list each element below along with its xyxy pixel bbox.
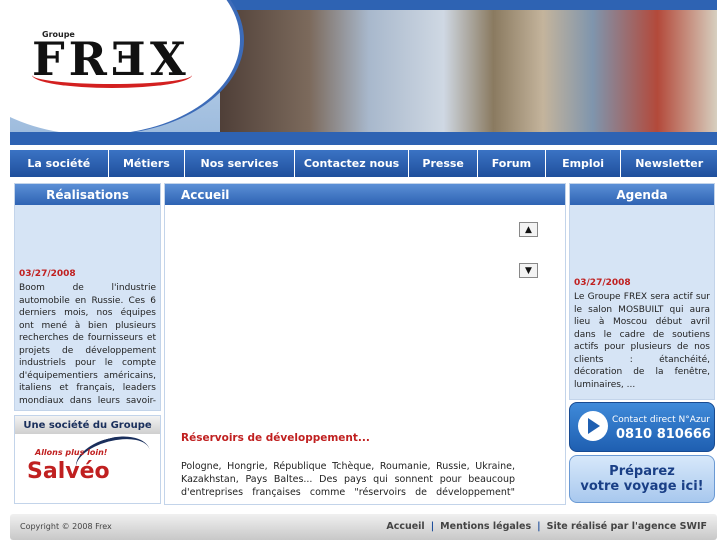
agenda-news-date: 03/27/2008	[574, 278, 631, 288]
nav-la-societe[interactable]: La société	[10, 150, 109, 177]
group-company-panel: Une société du Groupe Allons plus loin! …	[14, 415, 161, 504]
nav-emploi[interactable]: Emploi	[546, 150, 622, 177]
salveo-name: Salvéo	[27, 459, 110, 484]
nav-nos-services[interactable]: Nos services	[185, 150, 295, 177]
contact-azur-button[interactable]: Contact direct N°Azur 0810 810666	[569, 402, 715, 452]
frex-logo[interactable]: Groupe FRƎX	[32, 30, 207, 90]
prepare-trip-line1: Préparez	[609, 464, 675, 479]
footer-links: Accueil | Mentions légales | Site réalis…	[386, 521, 707, 532]
salveo-logo[interactable]: Allons plus loin! Salvéo	[15, 428, 160, 494]
article-headline[interactable]: Réservoirs de développement...	[181, 432, 370, 444]
agenda-news-text[interactable]: Le Groupe FREX sera actif sur le salon M…	[574, 291, 710, 391]
moscow-photo-collage	[220, 10, 717, 132]
nav-forum[interactable]: Forum	[478, 150, 546, 177]
play-icon	[578, 411, 608, 441]
footer: Copyright © 2008 Frex Accueil | Mentions…	[10, 514, 717, 540]
nav-metiers[interactable]: Métiers	[109, 150, 186, 177]
article-paragraph: Pologne, Hongrie, République Tchèque, Ro…	[181, 461, 515, 498]
salveo-tagline: Allons plus loin!	[35, 448, 108, 457]
main-title: Accueil	[165, 184, 565, 205]
agenda-news: 03/27/2008 Le Groupe FREX sera actif sur…	[570, 205, 714, 393]
main-nav: La société Métiers Nos services Contacte…	[10, 150, 717, 177]
nav-presse[interactable]: Presse	[409, 150, 478, 177]
header-banner: Groupe FRƎX	[10, 0, 717, 145]
nav-contactez-nous[interactable]: Contactez nous	[295, 150, 410, 177]
logo-swoosh	[32, 62, 192, 88]
copyright-text: Copyright © 2008 Frex	[20, 522, 112, 531]
group-company-title: Une société du Groupe	[15, 416, 160, 434]
prepare-trip-line2: votre voyage ici!	[580, 479, 704, 494]
contact-azur-label: Contact direct N°Azur	[612, 415, 710, 425]
realisations-title: Réalisations	[15, 184, 160, 205]
footer-link-mentions[interactable]: Mentions légales	[440, 521, 531, 532]
header-bottom-bar	[10, 132, 717, 145]
realisations-panel: Réalisations 03/27/2008 Boom de l'indust…	[14, 183, 161, 411]
realisations-news-date: 03/27/2008	[19, 269, 76, 279]
realisations-news-text[interactable]: Boom de l'industrie automobile en Russie…	[19, 282, 156, 405]
footer-separator: |	[430, 521, 435, 532]
scroll-up-button[interactable]: ▲	[519, 222, 538, 237]
contact-azur-number: 0810 810666	[616, 427, 711, 442]
nav-newsletter[interactable]: Newsletter	[621, 150, 717, 177]
agenda-panel: Agenda 03/27/2008 Le Groupe FREX sera ac…	[569, 183, 715, 400]
realisations-news: 03/27/2008 Boom de l'industrie automobil…	[15, 205, 160, 405]
main-content-panel: Accueil ▲ ▼ Réservoirs de développement.…	[164, 183, 566, 505]
footer-link-agency[interactable]: Site réalisé par l'agence SWIF	[547, 521, 707, 532]
prepare-trip-button[interactable]: Préparez votre voyage ici!	[569, 455, 715, 503]
agenda-title: Agenda	[570, 184, 714, 205]
scroll-down-button[interactable]: ▼	[519, 263, 538, 278]
footer-link-accueil[interactable]: Accueil	[386, 521, 424, 532]
footer-separator: |	[537, 521, 541, 532]
